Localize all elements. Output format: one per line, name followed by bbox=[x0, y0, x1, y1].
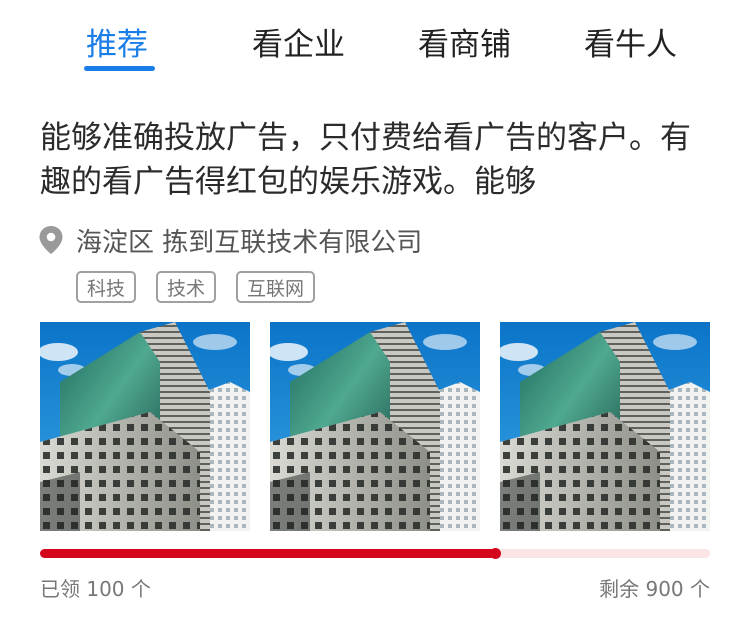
claim-progress-bar bbox=[40, 548, 710, 559]
category-tabs: 推荐 看企业 看商铺 看牛人 bbox=[0, 0, 750, 90]
location-row: 海淀区 拣到互联技术有限公司 bbox=[38, 220, 422, 260]
map-pin-icon bbox=[39, 226, 63, 254]
claimed-count: 已领 100 个 bbox=[40, 577, 151, 601]
remaining-count: 剩余 900 个 bbox=[599, 577, 710, 601]
progress-knob bbox=[489, 548, 501, 559]
tag-list: 科技 技术 互联网 bbox=[76, 271, 316, 303]
ad-title[interactable]: 能够准确投放广告，只付费给看广告的客户。有趣的看广告得红包的娱乐游戏。能够 bbox=[40, 116, 720, 204]
ad-image[interactable] bbox=[500, 322, 710, 531]
tag: 技术 bbox=[156, 271, 217, 303]
tab-experts[interactable]: 看牛人 bbox=[584, 22, 677, 68]
ad-image[interactable] bbox=[40, 322, 250, 531]
location-text: 海淀区 拣到互联技术有限公司 bbox=[76, 227, 423, 258]
tag: 互联网 bbox=[236, 271, 316, 303]
tab-shops[interactable]: 看商铺 bbox=[418, 22, 511, 68]
progress-fill bbox=[40, 549, 496, 558]
active-tab-indicator bbox=[84, 66, 155, 71]
tag: 科技 bbox=[76, 271, 137, 303]
tab-companies[interactable]: 看企业 bbox=[252, 22, 345, 68]
tab-recommend[interactable]: 推荐 bbox=[86, 22, 148, 68]
ad-image[interactable] bbox=[270, 322, 480, 531]
